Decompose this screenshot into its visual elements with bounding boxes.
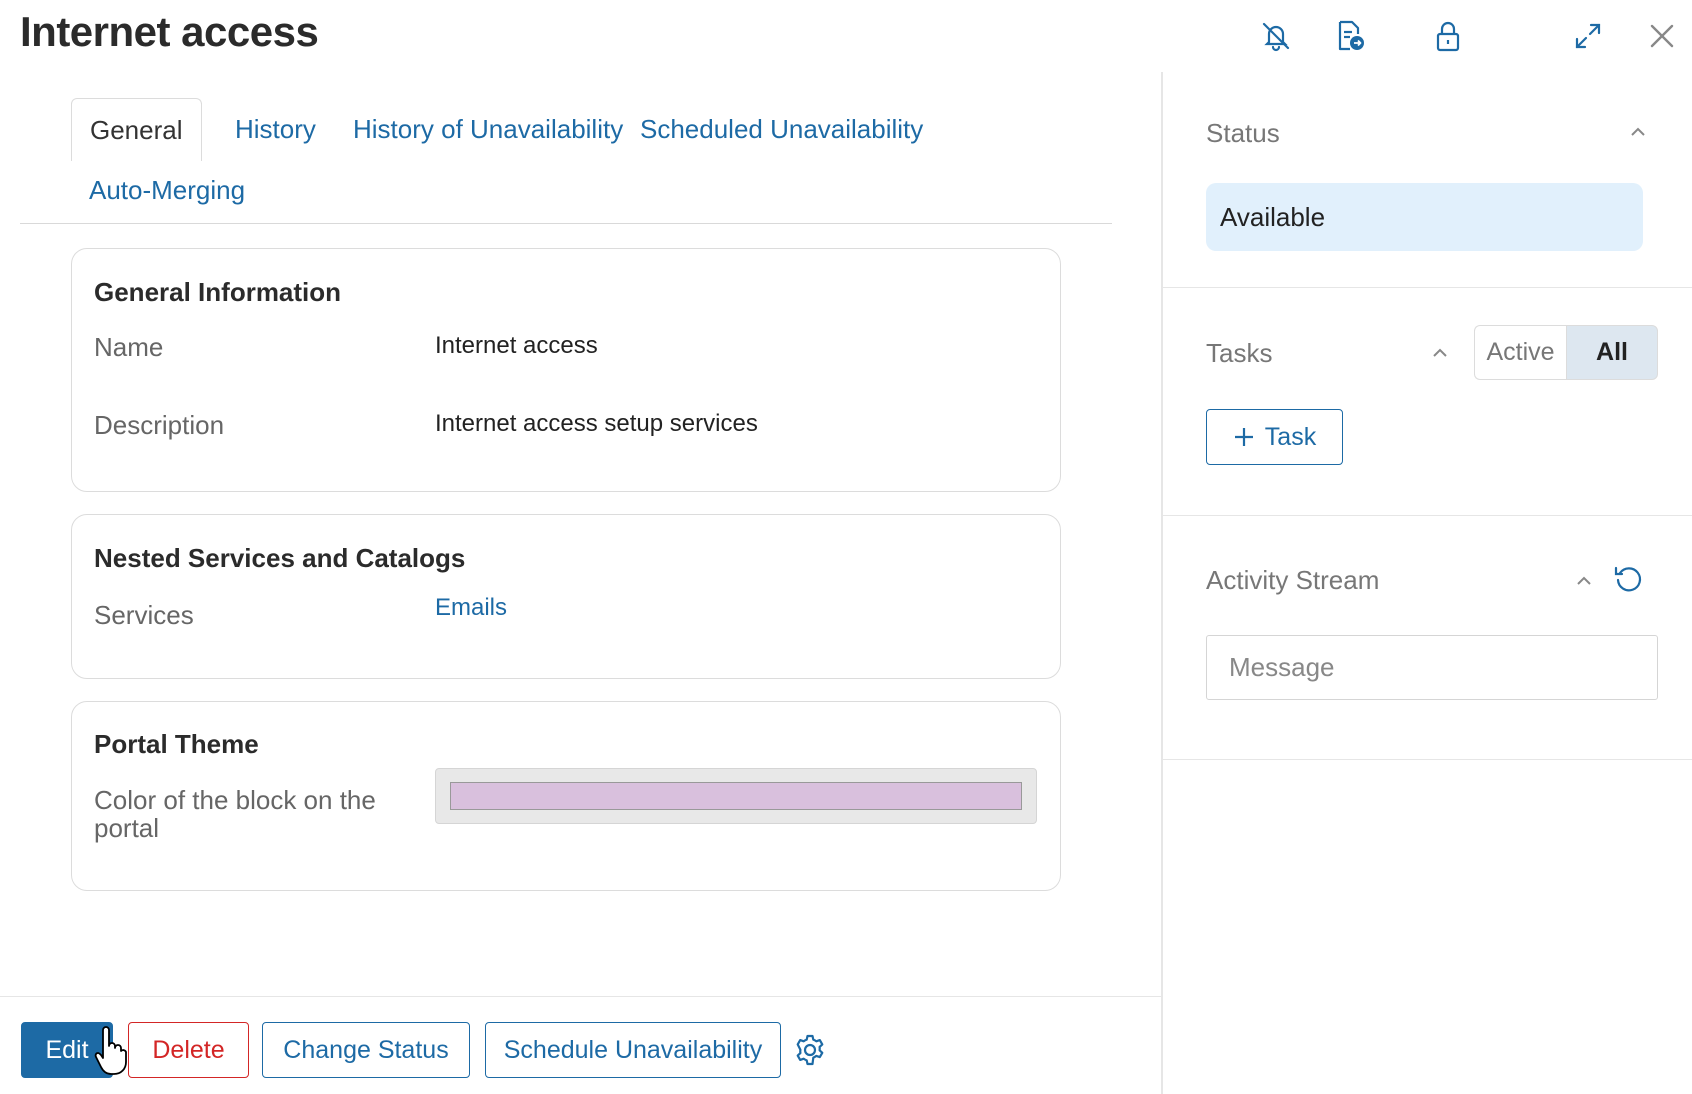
edit-button[interactable]: Edit xyxy=(21,1022,113,1078)
field-label-description: Description xyxy=(94,410,225,440)
delete-button[interactable]: Delete xyxy=(128,1022,249,1078)
tab-bar: General History History of Unavailabilit… xyxy=(20,98,1112,224)
chevron-up-icon[interactable] xyxy=(1626,120,1650,144)
field-value-description: Internet access setup services xyxy=(435,410,758,437)
chevron-up-icon[interactable] xyxy=(1428,341,1452,365)
tab-scheduled-unavailability[interactable]: Scheduled Unavailability xyxy=(622,98,941,160)
schedule-unavailability-button[interactable]: Schedule Unavailability xyxy=(485,1022,781,1078)
panel-section-divider xyxy=(1163,287,1692,288)
panel-divider xyxy=(1161,72,1163,1094)
field-value-name: Internet access xyxy=(435,332,598,359)
status-panel-title: Status xyxy=(1206,118,1280,148)
general-information-card: General Information Name Internet access… xyxy=(71,248,1061,492)
tab-history-of-unavailability[interactable]: History of Unavailability xyxy=(335,98,641,160)
portal-theme-card: Portal Theme Color of the block on the p… xyxy=(71,701,1061,891)
document-export-icon[interactable] xyxy=(1330,16,1370,56)
tasks-panel-title: Tasks xyxy=(1206,338,1273,368)
field-label-name: Name xyxy=(94,332,164,362)
footer-divider xyxy=(0,996,1161,997)
bell-off-icon[interactable] xyxy=(1256,16,1296,56)
card-title: Portal Theme xyxy=(94,729,259,759)
message-input[interactable] xyxy=(1206,635,1658,700)
tab-general[interactable]: General xyxy=(71,98,202,161)
tab-history[interactable]: History xyxy=(217,98,334,160)
panel-section-divider xyxy=(1163,515,1692,516)
header-toolbar xyxy=(0,10,1692,60)
card-title: Nested Services and Catalogs xyxy=(94,543,466,573)
card-title: General Information xyxy=(94,277,342,307)
change-status-button[interactable]: Change Status xyxy=(262,1022,470,1078)
service-link-emails[interactable]: Emails xyxy=(435,594,507,622)
lock-icon[interactable] xyxy=(1428,16,1468,56)
tab-auto-merging[interactable]: Auto-Merging xyxy=(71,159,263,221)
field-label-services: Services xyxy=(94,600,194,630)
nested-services-card: Nested Services and Catalogs Services Em… xyxy=(71,514,1061,679)
color-swatch xyxy=(450,782,1022,810)
refresh-icon[interactable] xyxy=(1612,563,1644,595)
status-value[interactable]: Available xyxy=(1206,183,1643,251)
activity-panel-title: Activity Stream xyxy=(1206,565,1380,595)
close-icon[interactable] xyxy=(1642,16,1682,56)
add-task-button[interactable]: Task xyxy=(1206,409,1343,465)
plus-icon xyxy=(1234,428,1253,446)
panel-section-divider xyxy=(1163,759,1692,760)
expand-icon[interactable] xyxy=(1568,16,1608,56)
color-field[interactable] xyxy=(435,768,1037,824)
gear-icon[interactable] xyxy=(792,1032,828,1068)
tasks-filter-all[interactable]: All xyxy=(1566,325,1658,380)
add-task-label: Task xyxy=(1264,422,1317,451)
field-label-color: Color of the block on the portal xyxy=(94,785,376,843)
tasks-filter-active[interactable]: Active xyxy=(1474,325,1566,380)
chevron-up-icon[interactable] xyxy=(1572,569,1596,593)
